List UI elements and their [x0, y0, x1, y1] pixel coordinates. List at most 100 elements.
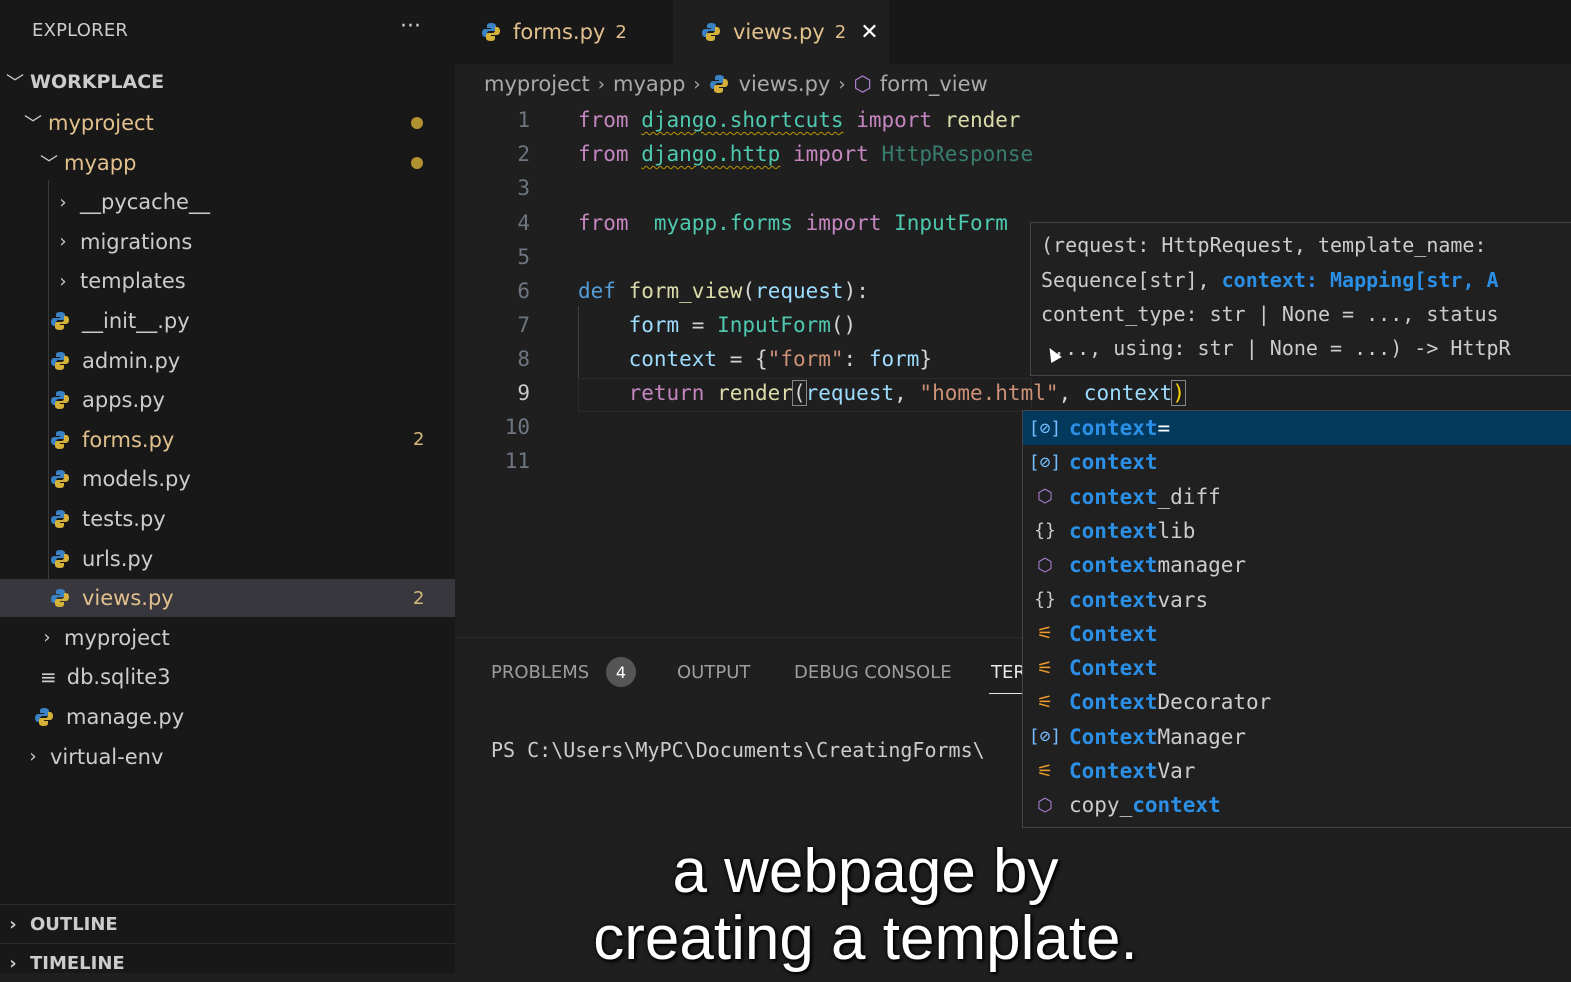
- breadcrumb-item[interactable]: myproject: [484, 72, 590, 96]
- explorer-sidebar: EXPLORER ··· ﹀ WORKPLACE ﹀ myproject ﹀ myap…: [0, 0, 455, 974]
- breadcrumb-item[interactable]: form_view: [880, 72, 988, 96]
- tree-item-label: templates: [80, 269, 186, 294]
- suggestion-item[interactable]: ⚟ ContextVar: [1023, 754, 1571, 788]
- suggestion-item[interactable]: [⊘] context: [1023, 445, 1571, 479]
- line-number: 2: [517, 142, 530, 166]
- suggestion-item[interactable]: ⬡ copy_context: [1023, 788, 1571, 822]
- tree-item-forms-py[interactable]: forms.py 2: [0, 421, 455, 459]
- tree-item-pycache[interactable]: › __pycache__: [0, 183, 455, 221]
- tree-item-migrations[interactable]: › migrations: [0, 223, 455, 261]
- workspace-label: WORKPLACE: [30, 71, 165, 93]
- suggestion-item[interactable]: ⬡ contextmanager: [1023, 548, 1571, 582]
- workspace-header[interactable]: ﹀ WORKPLACE: [0, 63, 455, 101]
- chevron-right-icon: ›: [597, 73, 605, 95]
- tab-problem-count: 2: [834, 21, 847, 43]
- tree-item-apps-py[interactable]: apps.py: [0, 381, 455, 419]
- python-file-icon: [50, 430, 70, 450]
- tree-item-views-py[interactable]: views.py 2: [0, 579, 455, 618]
- suggestion-item[interactable]: {} contextvars: [1023, 583, 1571, 617]
- python-file-icon: [50, 549, 70, 569]
- python-file-icon: [50, 509, 70, 529]
- tree-item-label: urls.py: [82, 546, 154, 571]
- tree-item-label: manage.py: [66, 705, 185, 729]
- tree-item-models-py[interactable]: models.py: [0, 460, 455, 498]
- tree-item-init-py[interactable]: __init__.py: [0, 302, 455, 340]
- tab-terminal[interactable]: TER: [991, 662, 1026, 683]
- line-number: 10: [504, 415, 530, 439]
- python-file-icon: [50, 469, 70, 489]
- breadcrumb-item[interactable]: myapp: [613, 72, 685, 96]
- more-actions-icon[interactable]: ···: [400, 14, 421, 39]
- close-icon[interactable]: ✕: [860, 20, 878, 45]
- line-number: 9: [517, 381, 530, 405]
- code-line: from django.http import HttpResponse: [578, 142, 1034, 166]
- tree-item-label: __pycache__: [80, 190, 210, 215]
- tree-item-virtual-env[interactable]: › virtual-env: [0, 738, 455, 776]
- suggestion-item[interactable]: [⊘] context=: [1023, 411, 1571, 445]
- code-line: from django.shortcuts import render: [578, 108, 1021, 132]
- tree-item-myproject[interactable]: ﹀ myproject: [0, 104, 455, 142]
- line-number: 8: [517, 347, 530, 371]
- database-file-icon: ≡: [40, 665, 57, 690]
- tree-item-db-sqlite3[interactable]: ≡ db.sqlite3: [0, 658, 455, 696]
- tree-item-templates[interactable]: › templates: [0, 262, 455, 300]
- line-number: 6: [517, 279, 530, 303]
- suggestion-label: Context: [1069, 656, 1158, 681]
- variable-icon: [⊘]: [1028, 726, 1062, 748]
- python-file-icon: [50, 351, 70, 371]
- breadcrumb-item[interactable]: views.py: [739, 72, 831, 96]
- signature-help-popup: (request: HttpRequest, template_name: Se…: [1030, 222, 1571, 376]
- chevron-right-icon: ›: [693, 73, 701, 95]
- terminal-prompt[interactable]: PS C:\Users\MyPC\Documents\CreatingForms…: [491, 738, 985, 762]
- signature-line: ..., using: str | None = ...) -> HttpR: [1041, 336, 1511, 360]
- suggestion-item[interactable]: ⚟ ContextDecorator: [1023, 685, 1571, 719]
- line-number: 3: [517, 176, 530, 200]
- autocomplete-suggestions[interactable]: [⊘] context= [⊘] context ⬡ context_diff {} cont…: [1022, 410, 1571, 828]
- suggestion-label: context_diff: [1069, 484, 1221, 509]
- tree-item-myapp[interactable]: ﹀ myapp: [0, 144, 455, 182]
- signature-line: (request: HttpRequest, template_name:: [1041, 233, 1499, 257]
- tree-item-myproject[interactable]: › myproject: [0, 619, 455, 657]
- suggestion-item[interactable]: ⬡ context_diff: [1023, 480, 1571, 514]
- tab-output[interactable]: OUTPUT: [677, 662, 750, 683]
- chevron-down-icon: ﹀: [6, 73, 24, 94]
- subtitle-line: a webpage by: [672, 837, 1059, 906]
- class-icon: ⚟: [1036, 760, 1054, 782]
- tree-item-admin-py[interactable]: admin.py: [0, 342, 455, 380]
- method-cube-icon: ⬡: [853, 72, 872, 96]
- tree-item-urls-py[interactable]: urls.py: [0, 540, 455, 578]
- code-line: context = {"form": form}: [628, 347, 933, 371]
- chevron-right-icon: ›: [59, 270, 67, 292]
- tree-item-tests-py[interactable]: tests.py: [0, 500, 455, 538]
- python-file-icon: [481, 22, 501, 42]
- suggestion-label: context: [1069, 450, 1158, 475]
- python-file-icon: [701, 22, 721, 42]
- suggestion-item[interactable]: [⊘] ContextManager: [1023, 720, 1571, 754]
- signature-line: Sequence[str], context: Mapping[str, A: [1041, 268, 1499, 292]
- method-cube-icon: ⬡: [1037, 794, 1053, 816]
- module-icon: {}: [1034, 520, 1056, 542]
- variable-icon: [⊘]: [1028, 451, 1062, 473]
- suggestion-item[interactable]: ⚟ Context: [1023, 651, 1571, 685]
- tree-item-label: models.py: [82, 467, 191, 492]
- suggestion-label: contextvars: [1069, 587, 1209, 612]
- line-number: 1: [517, 108, 530, 132]
- tab-forms-py[interactable]: forms.py 2: [455, 0, 673, 64]
- chevron-down-icon: ﹀: [24, 114, 42, 135]
- line-number: 4: [517, 211, 530, 235]
- method-cube-icon: ⬡: [1037, 554, 1053, 576]
- tab-label: views.py: [733, 20, 825, 44]
- chevron-right-icon: ›: [9, 913, 17, 935]
- tab-problems[interactable]: PROBLEMS: [491, 662, 589, 683]
- chevron-right-icon: ›: [43, 627, 51, 649]
- line-number: 5: [517, 245, 530, 269]
- suggestion-item[interactable]: ⚟ Context: [1023, 617, 1571, 651]
- tab-views-py[interactable]: views.py 2 ✕: [673, 0, 889, 64]
- tree-item-manage-py[interactable]: manage.py: [0, 698, 455, 736]
- module-icon: {}: [1034, 589, 1056, 610]
- method-cube-icon: ⬡: [1037, 486, 1053, 508]
- suggestion-item[interactable]: {} contextlib: [1023, 514, 1571, 548]
- tree-item-label: admin.py: [82, 348, 181, 373]
- tab-debug-console[interactable]: DEBUG CONSOLE: [794, 662, 952, 683]
- tree-item-label: forms.py: [82, 427, 175, 452]
